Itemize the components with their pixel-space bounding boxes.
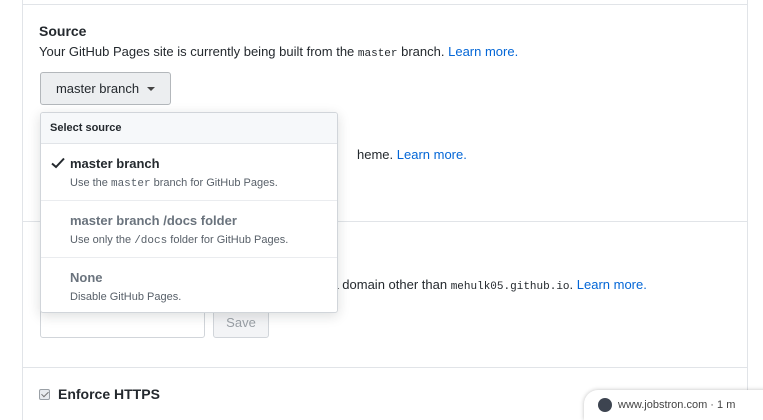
dropdown-item-description: Disable GitHub Pages. [70,291,182,303]
caret-down-icon [147,86,156,91]
source-desc-code: master [357,48,398,60]
enforce-https-checkbox[interactable] [39,388,50,400]
custom-domain-code: mehulk05.github.io [450,281,570,293]
watermark-text: www.jobstron.com · 1 m [618,399,736,411]
enforce-https-row: Enforce HTTPS [39,386,160,402]
source-heading: Source [39,23,87,39]
dropdown-item-title: master branch [70,156,160,171]
source-desc-prefix: Your GitHub Pages site is currently bein… [39,44,358,59]
select-source-dropdown: Select source master branch Use the mast… [40,112,338,313]
desc-suffix: branch for GitHub Pages. [150,177,278,189]
check-icon [51,157,65,169]
watermark-badge: www.jobstron.com · 1 m [584,390,763,420]
desc-code: /docs [134,235,168,247]
desc-code: master [110,178,151,190]
source-branch-select[interactable]: master branch [40,72,171,105]
theme-description: heme. Learn more. [357,147,467,162]
dropdown-item-description: Use only the /docs folder for GitHub Pag… [70,234,288,247]
desc-suffix: folder for GitHub Pages. [167,234,289,246]
dropdown-item-description: Use the master branch for GitHub Pages. [70,177,278,190]
dropdown-item-master-branch[interactable]: master branch Use the master branch for … [41,144,337,201]
dropdown-header: Select source [41,113,337,144]
theme-text-fragment: heme. [357,147,397,162]
dropdown-item-none[interactable]: None Disable GitHub Pages. [41,258,337,312]
source-learn-more-link[interactable]: Learn more. [448,44,518,59]
desc-prefix: Use only the [70,234,135,246]
theme-learn-more-link[interactable]: Learn more. [397,147,467,162]
desc-prefix: Use the [70,177,111,189]
dropdown-item-title: master branch /docs folder [70,213,237,228]
custom-domain-description: m a domain other than mehulk05.github.io… [317,277,647,293]
dropdown-item-docs-folder[interactable]: master branch /docs folder Use only the … [41,201,337,258]
custom-domain-learn-more-link[interactable]: Learn more. [577,277,647,292]
branch-select-label: master branch [55,81,140,96]
watermark-logo-icon [598,398,612,412]
source-description: Your GitHub Pages site is currently bein… [39,44,518,60]
dropdown-item-title: None [70,270,103,285]
panel-top-border [23,4,747,5]
custom-domain-suffix: . [569,277,577,292]
section-divider [23,367,747,368]
source-desc-suffix: branch. [397,44,449,59]
enforce-https-label: Enforce HTTPS [58,386,160,402]
